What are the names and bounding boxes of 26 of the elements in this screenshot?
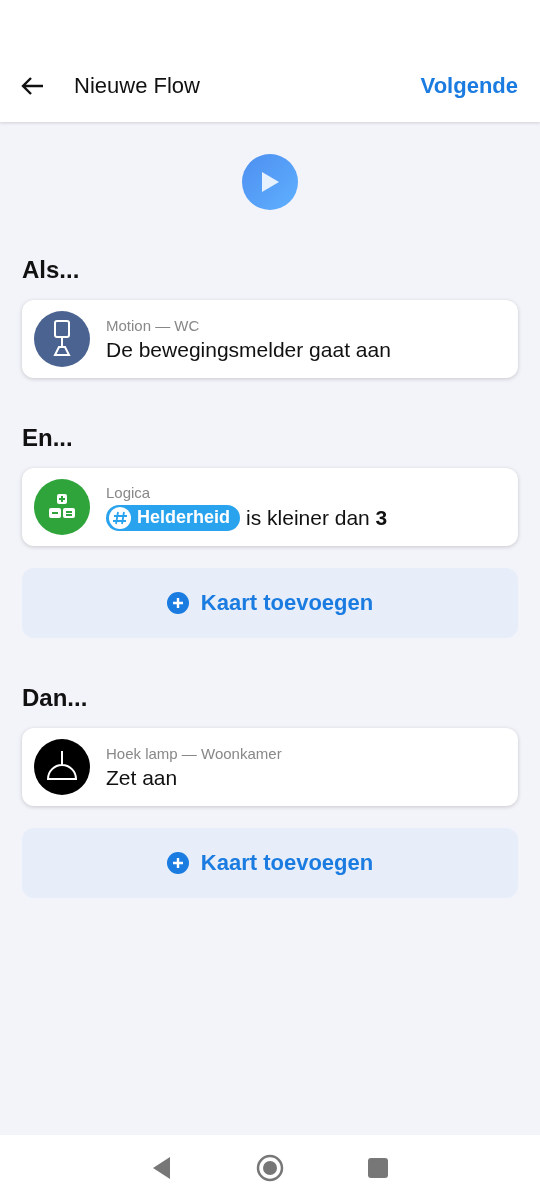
add-card-button[interactable]: Kaart toevoegen: [22, 568, 518, 638]
card-text: Zet aan: [106, 765, 178, 790]
card-text: De bewegingsmelder gaat aan: [106, 337, 391, 362]
play-icon: [259, 170, 281, 194]
card-subtitle: Hoek lamp — Woonkamer: [106, 744, 282, 762]
flow-card[interactable]: Logica Helderheid is kleiner dan 3: [22, 468, 518, 546]
play-button[interactable]: [242, 154, 298, 210]
card-subtitle: Motion — WC: [106, 316, 201, 334]
plus-circle-icon: [166, 852, 189, 874]
next-button[interactable]: Volgende: [420, 73, 518, 99]
hash-icon: [109, 506, 131, 529]
add-card-button[interactable]: Kaart toevoegen: [22, 828, 518, 898]
back-arrow-icon[interactable]: [20, 76, 44, 96]
home-icon[interactable]: [256, 1153, 284, 1182]
flow-card[interactable]: Motion — WC De bewegingsmelder gaat aan: [22, 300, 518, 378]
variable-token[interactable]: Helderheid: [106, 504, 241, 531]
back-icon[interactable]: [152, 1155, 172, 1180]
section-title: En...: [22, 424, 74, 452]
card-subtitle: Logica: [106, 483, 152, 501]
section-title: Als...: [22, 256, 81, 284]
flow-card[interactable]: Hoek lamp — Woonkamer Zet aan: [22, 728, 518, 806]
card-text: is kleiner dan 3: [246, 505, 388, 530]
plus-circle-icon: [166, 592, 189, 614]
section-title: Dan...: [22, 684, 89, 712]
screen-title: Nieuwe Flow: [74, 73, 201, 99]
recents-icon[interactable]: [368, 1157, 388, 1178]
